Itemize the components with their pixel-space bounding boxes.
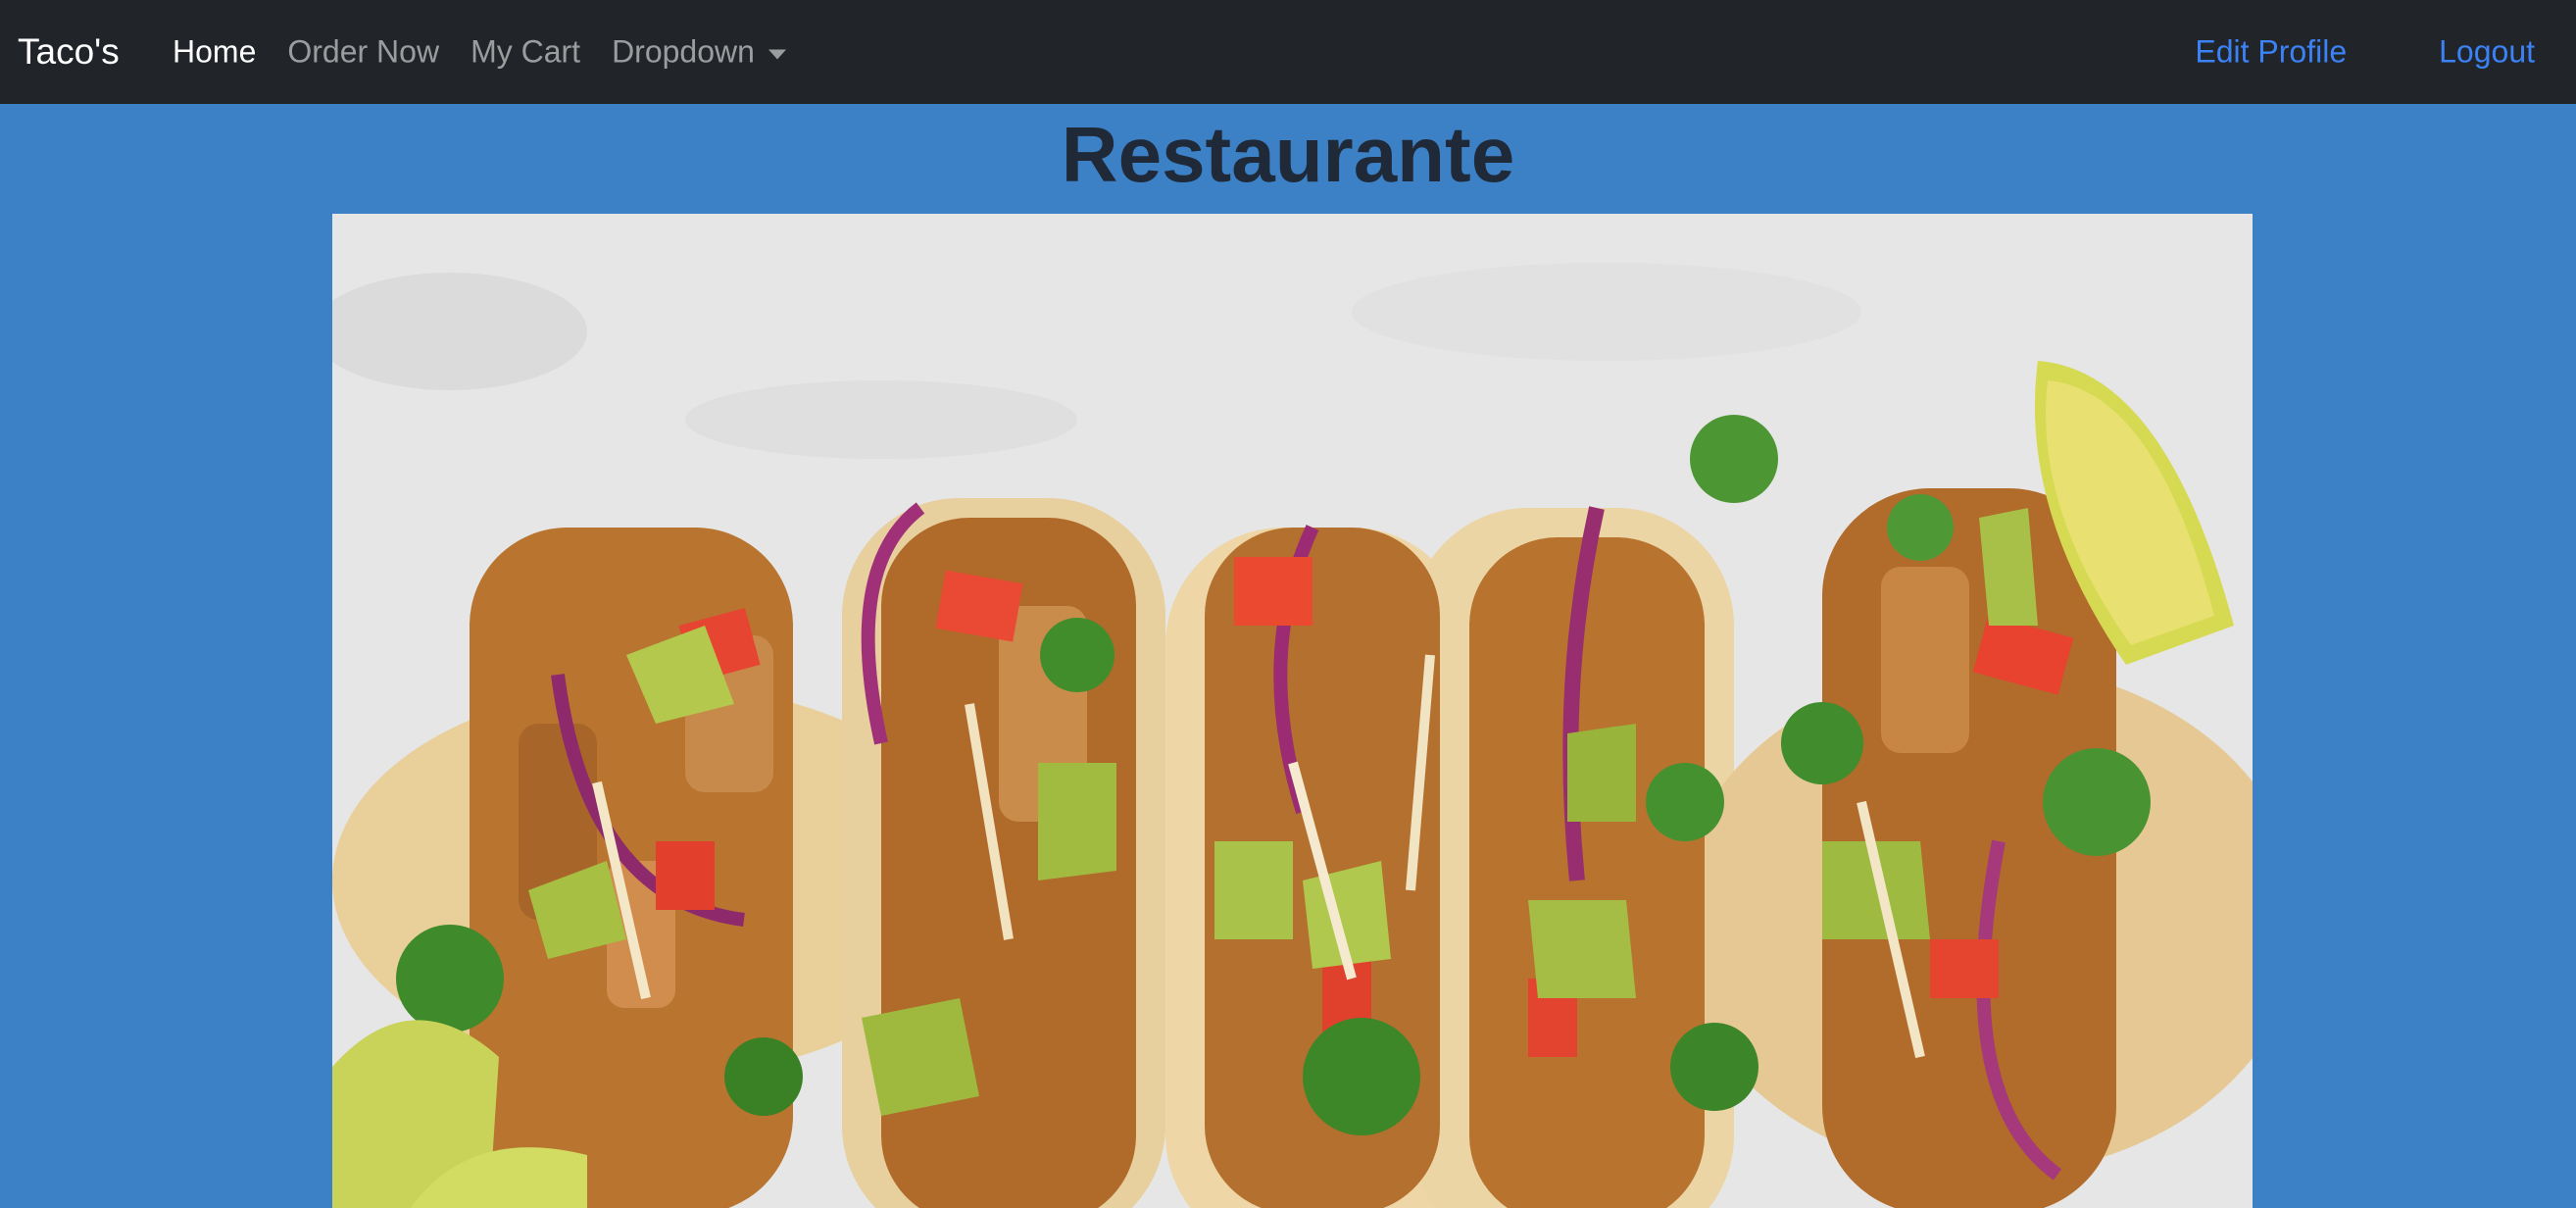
nav-link-my-cart[interactable]: My Cart [471,34,580,71]
caret-down-icon [768,49,786,59]
logout-link[interactable]: Logout [2439,34,2535,71]
nav-right: Edit Profile Logout [2195,34,2576,71]
hero-image [332,214,2253,1208]
nav-links: Home Order Now My Cart Dropdown [173,34,817,71]
nav-link-dropdown[interactable]: Dropdown [612,34,786,71]
brand-logo[interactable]: Taco's [18,31,120,73]
edit-profile-link[interactable]: Edit Profile [2195,34,2347,71]
page-title: Restaurante [1061,111,1515,198]
dropdown-label: Dropdown [612,33,755,70]
nav-link-order-now[interactable]: Order Now [287,34,439,71]
tacos-photo [332,214,2253,1208]
navbar: Taco's Home Order Now My Cart Dropdown E… [0,0,2576,104]
nav-link-home[interactable]: Home [173,34,256,71]
